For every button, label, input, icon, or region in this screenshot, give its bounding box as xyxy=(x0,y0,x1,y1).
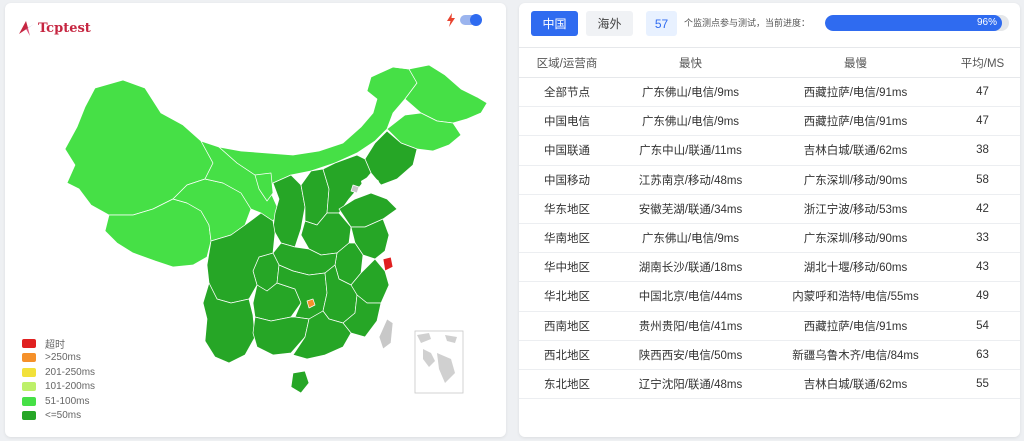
cell-fastest: 安徽芜湖/联通/34ms xyxy=(615,194,766,224)
progress-fill xyxy=(825,15,1002,31)
progress-label: 个监测点参与测试，当前进度： xyxy=(684,18,811,28)
cell-region: 西北地区 xyxy=(519,340,615,370)
legend-item[interactable]: 201-250ms xyxy=(22,365,95,380)
cell-region: 华北地区 xyxy=(519,281,615,312)
table-header-row: 区域/运营商 最快 最慢 平均/MS xyxy=(519,47,1020,78)
header-fastest[interactable]: 最快 xyxy=(615,47,766,78)
cell-average: 63 xyxy=(945,340,1020,370)
table-row[interactable]: 华南地区 广东佛山/电信/9ms 广东深圳/移动/90ms 33 xyxy=(519,223,1020,254)
table-row[interactable]: 全部节点 广东佛山/电信/9ms 西藏拉萨/电信/91ms 47 xyxy=(519,77,1020,108)
cell-slowest: 西藏拉萨/电信/91ms xyxy=(766,106,945,137)
cell-fastest: 湖南长沙/联通/18ms xyxy=(615,252,766,283)
cell-fastest: 贵州贵阳/电信/41ms xyxy=(615,311,766,341)
table-row[interactable]: 华东地区 安徽芜湖/联通/34ms 浙江宁波/移动/53ms 42 xyxy=(519,194,1020,224)
cell-region: 全部节点 xyxy=(519,77,615,108)
legend-item[interactable]: 51-100ms xyxy=(22,394,95,409)
cell-slowest: 内蒙呼和浩特/电信/55ms xyxy=(766,281,945,312)
legend-item[interactable]: 超时 xyxy=(22,336,95,351)
header-region[interactable]: 区域/运营商 xyxy=(519,47,615,78)
table-row[interactable]: 中国电信 广东佛山/电信/9ms 西藏拉萨/电信/91ms 47 xyxy=(519,106,1020,137)
cell-average: 42 xyxy=(945,194,1020,224)
legend-label: <=50ms xyxy=(45,410,82,422)
legend-label: 51-100ms xyxy=(45,395,90,407)
results-table: 区域/运营商 最快 最慢 平均/MS 全部节点 广东佛山/电信/9ms 西藏拉萨/电… xyxy=(519,47,1020,400)
legend: 超时 >250ms 201-250ms 101-200ms 51-100ms <=50ms xyxy=(22,336,95,423)
table-row[interactable]: 东北地区 辽宁沈阳/联通/48ms 吉林白城/联通/62ms 55 xyxy=(519,369,1020,400)
cell-average: 55 xyxy=(945,369,1020,400)
cell-average: 33 xyxy=(945,223,1020,254)
legend-label: 201-250ms xyxy=(45,366,96,378)
cell-fastest: 辽宁沈阳/联通/48ms xyxy=(615,369,766,400)
legend-label: >250ms xyxy=(45,352,81,364)
cell-slowest: 西藏拉萨/电信/91ms xyxy=(766,311,945,341)
legend-swatch xyxy=(22,367,36,377)
cell-fastest: 中国北京/电信/44ms xyxy=(615,281,766,312)
region-shanghai xyxy=(382,256,394,272)
legend-item[interactable]: >250ms xyxy=(22,351,95,366)
progress-bar: 96% xyxy=(825,15,1009,31)
table-row[interactable]: 华北地区 中国北京/电信/44ms 内蒙呼和浩特/电信/55ms 49 xyxy=(519,281,1020,312)
legend-swatch xyxy=(22,396,36,406)
cell-region: 东北地区 xyxy=(519,369,615,400)
header-slowest[interactable]: 最慢 xyxy=(766,47,945,78)
legend-swatch xyxy=(22,353,36,363)
cell-average: 49 xyxy=(945,281,1020,312)
legend-label: 超时 xyxy=(45,339,65,351)
cell-slowest: 湖北十堰/移动/60ms xyxy=(766,252,945,283)
table-row[interactable]: 华中地区 湖南长沙/联通/18ms 湖北十堰/移动/60ms 43 xyxy=(519,252,1020,283)
table-row[interactable]: 中国联通 广东中山/联通/11ms 吉林白城/联通/62ms 38 xyxy=(519,135,1020,166)
cell-fastest: 广东佛山/电信/9ms xyxy=(615,77,766,108)
cell-region: 华南地区 xyxy=(519,223,615,254)
cell-average: 43 xyxy=(945,252,1020,283)
cell-fastest: 广东佛山/电信/9ms xyxy=(615,223,766,254)
tab-china[interactable]: 中国 xyxy=(531,11,578,36)
node-count-badge: 57 xyxy=(646,11,677,36)
cell-region: 中国联通 xyxy=(519,135,615,166)
cell-fastest: 广东中山/联通/11ms xyxy=(615,135,766,166)
cell-slowest: 吉林白城/联通/62ms xyxy=(766,135,945,166)
table-row[interactable]: 中国移动 江苏南京/移动/48ms 广东深圳/移动/90ms 58 xyxy=(519,165,1020,195)
table-row[interactable]: 西北地区 陕西西安/电信/50ms 新疆乌鲁木齐/电信/84ms 63 xyxy=(519,340,1020,370)
cell-slowest: 西藏拉萨/电信/91ms xyxy=(766,77,945,108)
toolbar: 中国 海外 57 个监测点参与测试，当前进度： 96% xyxy=(519,3,1020,45)
cell-slowest: 广东深圳/移动/90ms xyxy=(766,165,945,195)
legend-swatch xyxy=(22,338,36,348)
cell-region: 中国电信 xyxy=(519,106,615,137)
cell-region: 中国移动 xyxy=(519,165,615,195)
cell-fastest: 江苏南京/移动/48ms xyxy=(615,165,766,195)
header-average[interactable]: 平均/MS xyxy=(945,47,1020,78)
legend-swatch xyxy=(22,411,36,421)
cell-region: 华中地区 xyxy=(519,252,615,283)
tab-overseas[interactable]: 海外 xyxy=(586,11,633,36)
region-hainan xyxy=(290,370,310,394)
cell-average: 58 xyxy=(945,165,1020,195)
cell-slowest: 新疆乌鲁木齐/电信/84ms xyxy=(766,340,945,370)
cell-slowest: 浙江宁波/移动/53ms xyxy=(766,194,945,224)
results-panel: 中国 海外 57 个监测点参与测试，当前进度： 96% 区域/运营商 最快 最慢… xyxy=(519,3,1020,437)
cell-average: 38 xyxy=(945,135,1020,166)
cell-average: 47 xyxy=(945,106,1020,137)
cell-region: 华东地区 xyxy=(519,194,615,224)
table-body: 全部节点 广东佛山/电信/9ms 西藏拉萨/电信/91ms 47 中国电信 广东佛山/电信… xyxy=(519,77,1020,400)
legend-swatch xyxy=(22,382,36,392)
cell-average: 54 xyxy=(945,311,1020,341)
cell-slowest: 吉林白城/联通/62ms xyxy=(766,369,945,400)
map-panel: Tcptest 超时 >250ms 201-250ms 101-200ms 51… xyxy=(5,3,506,437)
cell-fastest: 陕西西安/电信/50ms xyxy=(615,340,766,370)
legend-label: 101-200ms xyxy=(45,381,96,393)
cell-region: 西南地区 xyxy=(519,311,615,341)
region-taiwan xyxy=(378,318,394,350)
progress-text: 96% xyxy=(976,17,997,28)
legend-item[interactable]: <=50ms xyxy=(22,409,95,424)
table-row[interactable]: 西南地区 贵州贵阳/电信/41ms 西藏拉萨/电信/91ms 54 xyxy=(519,311,1020,341)
cell-slowest: 广东深圳/移动/90ms xyxy=(766,223,945,254)
cell-average: 47 xyxy=(945,77,1020,108)
legend-item[interactable]: 101-200ms xyxy=(22,380,95,395)
cell-fastest: 广东佛山/电信/9ms xyxy=(615,106,766,137)
region-shaanxi xyxy=(272,174,306,248)
